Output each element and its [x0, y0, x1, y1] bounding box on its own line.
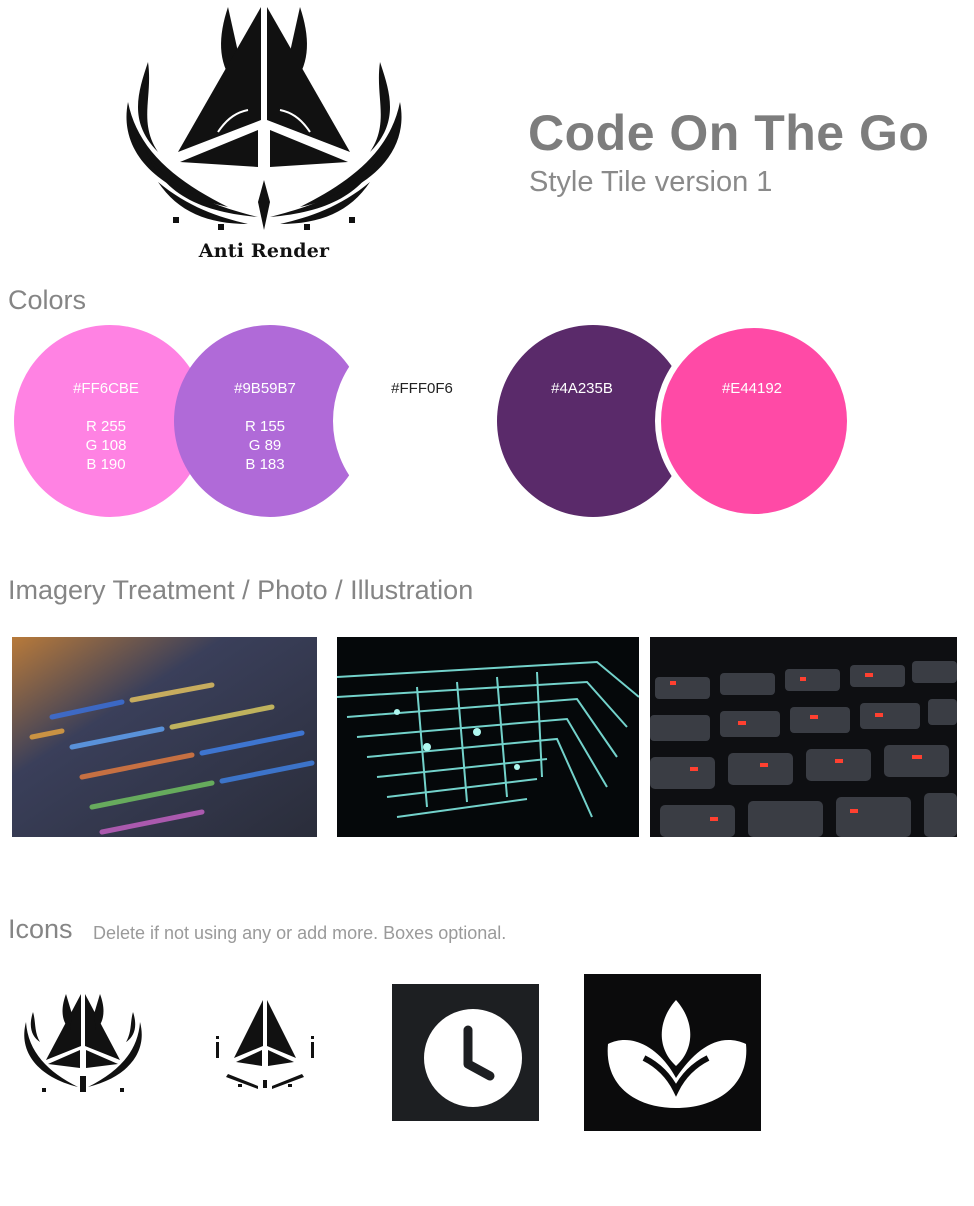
anti-render-flame-icon — [18, 992, 148, 1096]
swatch-1-hex: #FF6CBE — [73, 380, 139, 397]
circuit-board-photo — [337, 637, 639, 837]
swatch-2-r: R 155 — [244, 418, 286, 435]
swatch-5-circle — [655, 322, 853, 520]
anti-render-logo — [118, 2, 410, 238]
anti-render-simple-icon — [214, 998, 316, 1090]
swatch-3-hex: #FFF0F6 — [391, 380, 453, 397]
lotus-icon — [584, 974, 761, 1131]
page-title: Code On The Go — [528, 105, 930, 161]
code-screen-photo — [12, 637, 317, 837]
swatch-1-r: R 255 — [85, 418, 127, 435]
swatch-1-b: B 190 — [86, 456, 126, 473]
swatch-1-g: G 108 — [85, 437, 127, 454]
swatch-2-hex: #9B59B7 — [234, 380, 296, 397]
color-swatches — [14, 322, 853, 520]
icons-note: Delete if not using any or add more. Box… — [93, 923, 507, 943]
keyboard-photo — [650, 637, 957, 837]
colors-section-title: Colors — [8, 285, 87, 315]
clock-icon — [392, 984, 539, 1121]
icons-section-title: Icons — [8, 914, 73, 944]
swatch-2-g: G 89 — [248, 437, 282, 454]
swatch-4-hex: #4A235B — [551, 380, 613, 397]
logo-wordmark: Anti Render — [198, 240, 330, 262]
page-subtitle: Style Tile version 1 — [529, 166, 773, 198]
swatch-2-b: B 183 — [245, 456, 285, 473]
swatch-5-hex: #E44192 — [721, 380, 783, 397]
imagery-section-title: Imagery Treatment / Photo / Illustration — [8, 575, 474, 605]
